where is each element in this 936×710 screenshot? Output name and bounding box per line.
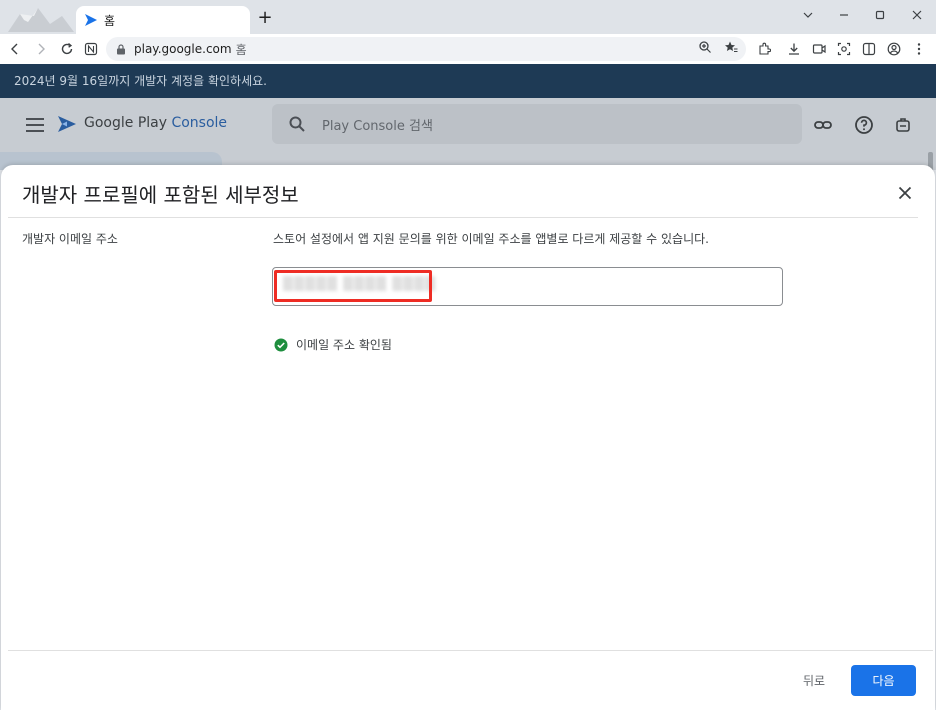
browser-menu-button[interactable]: [911, 41, 927, 57]
maximize-icon: [875, 10, 885, 20]
theme-decoration-icon: [8, 8, 74, 32]
reload-icon: [61, 43, 73, 55]
maximize-button[interactable]: [868, 5, 892, 25]
email-field-label: 개발자 이메일 주소: [22, 232, 118, 246]
browser-tabstrip: 홈 +: [0, 0, 936, 34]
close-icon: [898, 186, 912, 200]
new-tab-button[interactable]: +: [256, 9, 274, 27]
brand-name: Google Play Console: [84, 115, 227, 131]
minimize-icon: [840, 14, 848, 16]
active-tab[interactable]: 홈: [76, 6, 250, 34]
play-console-logo-icon: [58, 116, 76, 132]
close-window-button[interactable]: [905, 5, 929, 25]
extension-icon: [759, 42, 771, 55]
forward-icon: [38, 43, 45, 55]
brand-prefix: Google Play: [84, 115, 168, 131]
close-window-icon: [912, 10, 922, 20]
downloads-button[interactable]: [786, 41, 802, 57]
developer-details-dialog: 개발자 프로필에 포함된 세부정보 개발자 이메일 주소 스토어 설정에서 앱 …: [1, 165, 935, 710]
zoom-icon[interactable]: [698, 40, 712, 54]
next-button[interactable]: 다음: [851, 665, 916, 696]
link-icon: [814, 121, 832, 129]
check-circle-icon: [274, 338, 288, 351]
screenshot-button[interactable]: [836, 41, 852, 57]
screenshot-icon: [837, 42, 851, 56]
dialog-footer-divider: [8, 650, 933, 651]
url-text: play.google.com: [134, 42, 232, 56]
forward-button[interactable]: [32, 40, 50, 58]
email-verified-status: 이메일 주소 확인됨: [274, 336, 392, 353]
email-field-help-text: 스토어 설정에서 앱 지원 문의를 위한 이메일 주소를 앱별로 다르게 제공할…: [273, 232, 709, 246]
console-search-input[interactable]: Play Console 검색: [272, 104, 802, 144]
side-panel-button[interactable]: [861, 41, 877, 57]
more-icon: [917, 43, 921, 55]
search-icon: [289, 116, 305, 132]
profile-button[interactable]: [886, 41, 902, 57]
brand-accent: Console: [171, 115, 228, 131]
notifications-button[interactable]: [892, 114, 914, 136]
tab-title: 홈: [104, 13, 116, 28]
sidepanel-icon: [862, 42, 876, 56]
omnibox[interactable]: play.google.com 홈: [106, 37, 746, 61]
reader-icon: [84, 42, 98, 56]
cast-button[interactable]: [811, 41, 827, 57]
bookmark-icon[interactable]: [724, 40, 738, 54]
download-icon: [789, 43, 799, 55]
back-icon: [11, 43, 18, 55]
browser-toolbar: play.google.com 홈: [0, 34, 936, 64]
reload-button[interactable]: [58, 40, 76, 58]
link-button[interactable]: [812, 114, 834, 136]
play-console-favicon-icon: [85, 14, 97, 26]
back-button-dialog[interactable]: 뒤로: [791, 665, 837, 695]
cast-icon: [812, 44, 826, 54]
verified-text: 이메일 주소 확인됨: [296, 338, 392, 352]
extensions-button[interactable]: [756, 41, 772, 57]
search-placeholder: Play Console 검색: [322, 118, 433, 134]
url-page-title: 홈: [235, 42, 247, 57]
notification-icon: [896, 118, 910, 132]
lock-icon: [116, 40, 126, 59]
reader-mode-button[interactable]: [82, 40, 100, 58]
chevron-down-icon: [803, 12, 813, 18]
help-button[interactable]: [853, 114, 875, 136]
help-icon: [855, 116, 873, 134]
profile-icon: [887, 42, 901, 56]
dialog-header-divider: [8, 217, 918, 218]
minimize-button[interactable]: [832, 5, 856, 25]
back-button[interactable]: [6, 40, 24, 58]
verification-banner: 2024년 9월 16일까지 개발자 계정을 확인하세요.: [0, 64, 936, 98]
tab-search-button[interactable]: [796, 5, 820, 25]
dialog-close-button[interactable]: [893, 181, 917, 205]
annotation-highlight-box: [274, 270, 432, 302]
dialog-title: 개발자 프로필에 포함된 세부정보: [22, 183, 299, 207]
menu-icon[interactable]: [26, 118, 44, 132]
